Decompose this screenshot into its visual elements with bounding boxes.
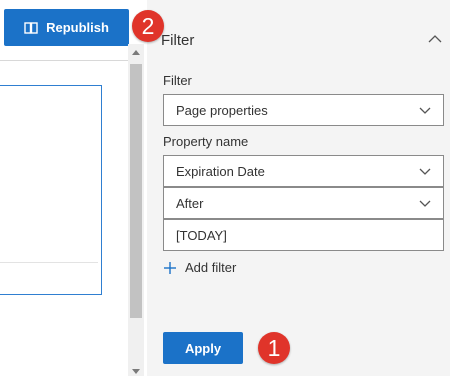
property-name-select[interactable]: Expiration Date [163,155,444,187]
add-filter-label: Add filter [185,260,237,275]
add-filter-button[interactable]: Add filter [163,260,236,275]
scroll-down-arrow-icon[interactable] [132,369,140,374]
canvas-divider [0,60,128,61]
filter-label: Filter [163,73,192,88]
page-canvas: Republish [0,0,129,376]
property-name-value: Expiration Date [176,163,265,179]
chevron-up-icon[interactable] [428,34,442,44]
scroll-thumb[interactable] [130,64,142,318]
republish-label: Republish [46,20,109,35]
book-icon [24,21,38,34]
step-badge-1: 1 [258,332,290,364]
panel-title: Filter [161,32,195,49]
apply-button[interactable]: Apply [163,332,243,364]
scroll-up-arrow-icon[interactable] [132,50,140,55]
value-input-text: [TODAY] [176,227,227,243]
filter-select-value: Page properties [176,102,268,118]
chevron-down-icon [419,107,431,114]
chevron-down-icon [419,168,431,175]
filter-panel: Filter Filter Page properties Property n… [147,0,450,376]
vertical-scrollbar[interactable] [128,44,144,376]
filter-select[interactable]: Page properties [163,94,444,126]
plus-icon [164,261,176,274]
step-badge-2: 2 [132,10,164,42]
selected-webpart-frame[interactable] [0,85,102,295]
apply-label: Apply [184,340,222,356]
republish-button[interactable]: Republish [4,9,129,46]
operator-value: After [176,195,204,211]
webpart-divider [0,262,98,263]
operator-select[interactable]: After [163,187,444,219]
chevron-down-icon [419,200,431,207]
property-name-label: Property name [163,134,249,149]
value-input[interactable]: [TODAY] [163,219,444,251]
